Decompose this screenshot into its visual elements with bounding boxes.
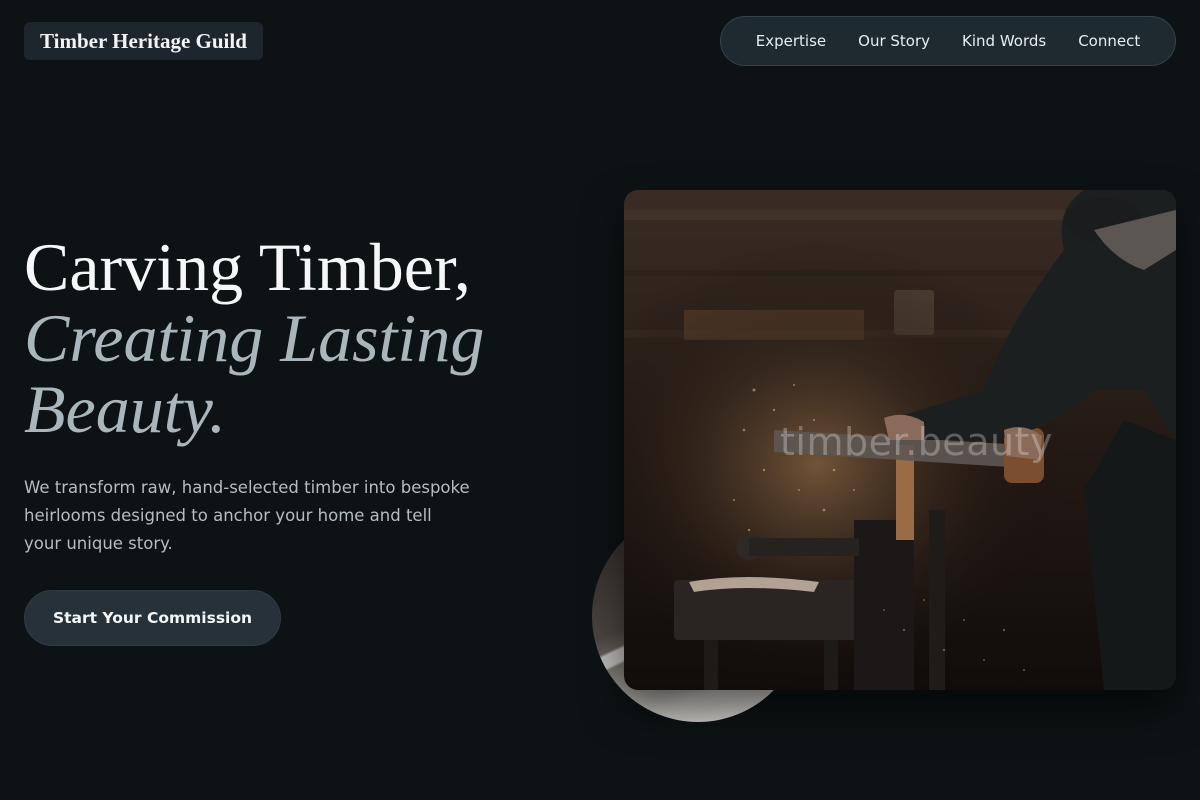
headline-line-3: Beauty.	[24, 371, 227, 447]
hero-headline: Carving Timber, Creating Lasting Beauty.	[24, 232, 604, 445]
page: Timber Heritage Guild Expertise Our Stor…	[0, 0, 1200, 800]
nav-item-expertise[interactable]: Expertise	[756, 32, 826, 50]
image-watermark: timber.beauty	[780, 420, 1053, 464]
main-nav: Expertise Our Story Kind Words Connect	[720, 16, 1176, 66]
headline-line-2: Creating Lasting	[24, 300, 485, 376]
start-commission-button[interactable]: Start Your Commission	[24, 590, 281, 646]
headline-line-1: Carving Timber,	[24, 229, 471, 305]
hero-subtext: We transform raw, hand-selected timber i…	[24, 478, 470, 553]
nav-item-our-story[interactable]: Our Story	[858, 32, 930, 50]
nav-item-kind-words[interactable]: Kind Words	[962, 32, 1046, 50]
nav-item-connect[interactable]: Connect	[1078, 32, 1140, 50]
brand-logo[interactable]: Timber Heritage Guild	[24, 22, 263, 60]
